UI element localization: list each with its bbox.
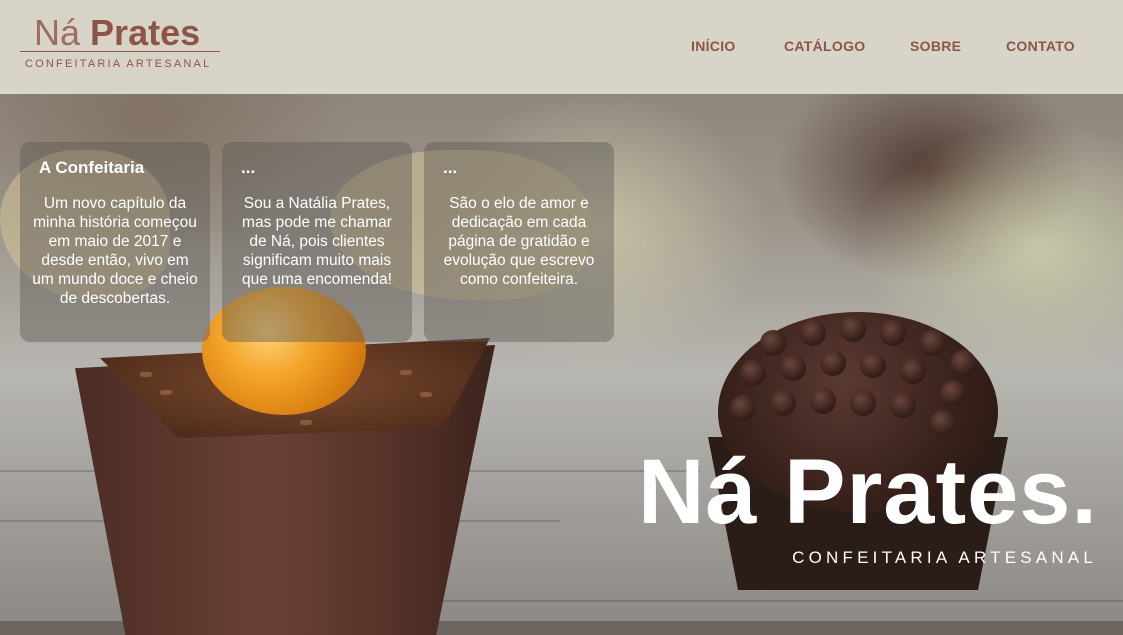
chocolate-bead: [840, 316, 866, 342]
logo-title-light: Ná: [34, 12, 81, 53]
chocolate-bead: [800, 320, 826, 346]
chocolate-bead: [860, 352, 886, 378]
chocolate-bead: [890, 392, 916, 418]
card-title: ...: [241, 158, 256, 177]
card-text: Um novo capítulo da minha história começ…: [32, 195, 198, 307]
nav-inicio[interactable]: INÍCIO: [691, 38, 736, 54]
card-text: São o elo de amor e dedicação em cada pá…: [443, 195, 595, 288]
info-card: ... São o elo de amor e dedicação em cad…: [424, 142, 614, 342]
card-title: A Confeitaria: [39, 158, 145, 177]
logo-title: Ná Prates: [34, 12, 200, 54]
chocolate-bead: [810, 388, 836, 414]
chocolate-bead: [780, 355, 806, 381]
chocolate-bead: [730, 395, 756, 421]
wood-grain: [430, 600, 1123, 602]
chocolate-bead: [920, 330, 946, 356]
nav-sobre[interactable]: SOBRE: [910, 38, 961, 54]
chocolate-bead: [930, 410, 956, 436]
sprinkle: [160, 390, 172, 395]
logo-title-bold: Prates: [90, 12, 201, 53]
logo[interactable]: Ná Prates CONFEITARIA ARTESANAL: [20, 10, 220, 72]
chocolate-bead: [880, 320, 906, 346]
chocolate-bead: [940, 380, 966, 406]
info-card: A Confeitaria Um novo capítulo da minha …: [20, 142, 210, 342]
card-text: Sou a Natália Prates, mas pode me chamar…: [242, 195, 392, 288]
chocolate-bead: [850, 390, 876, 416]
hero-title: Ná Prates.: [637, 441, 1098, 543]
logo-subtitle: CONFEITARIA ARTESANAL: [25, 58, 212, 70]
hero-subtitle: CONFEITARIA ARTESANAL: [792, 548, 1097, 567]
chocolate-bead: [760, 330, 786, 356]
chocolate-bead: [740, 360, 766, 386]
chocolate-bead: [770, 390, 796, 416]
card-title: ...: [443, 158, 458, 177]
chocolate-bead: [950, 350, 976, 376]
nav-catalogo[interactable]: CATÁLOGO: [784, 38, 865, 54]
sprinkle: [140, 372, 152, 377]
logo-divider: [20, 51, 220, 52]
sprinkle: [300, 420, 312, 425]
sprinkle: [420, 392, 432, 397]
nav-contato[interactable]: CONTATO: [1006, 38, 1075, 54]
chocolate-bead: [820, 350, 846, 376]
chocolate-bead: [900, 358, 926, 384]
site-header: Ná Prates CONFEITARIA ARTESANAL INÍCIO C…: [0, 0, 1123, 94]
sprinkle: [400, 370, 412, 375]
info-card: ... Sou a Natália Prates, mas pode me ch…: [222, 142, 412, 342]
